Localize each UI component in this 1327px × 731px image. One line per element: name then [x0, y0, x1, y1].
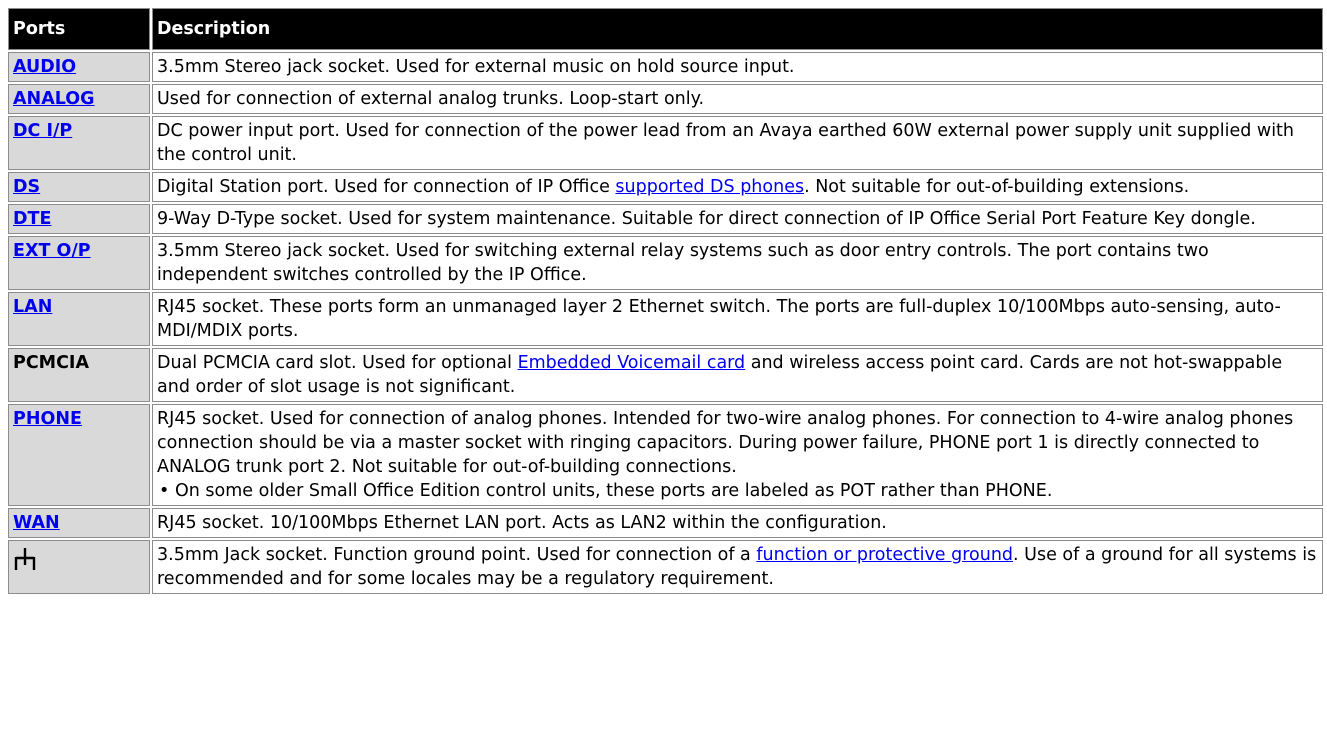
- description-cell: 3.5mm Stereo jack socket. Used for switc…: [152, 236, 1323, 290]
- description-cell: DC power input port. Used for connection…: [152, 116, 1323, 170]
- port-cell: WAN: [8, 508, 150, 538]
- table-row: ANALOG Used for connection of external a…: [8, 84, 1323, 114]
- port-cell: DC I/P: [8, 116, 150, 170]
- description-text: 3.5mm Stereo jack socket. Used for switc…: [157, 241, 1209, 285]
- description-text: Dual PCMCIA card slot. Used for optional: [157, 353, 518, 373]
- port-link-dc-ip[interactable]: DC I/P: [13, 121, 72, 141]
- port-link-dte[interactable]: DTE: [13, 209, 51, 229]
- description-cell: RJ45 socket. 10/100Mbps Ethernet LAN por…: [152, 508, 1323, 538]
- port-link-analog[interactable]: ANALOG: [13, 89, 95, 109]
- description-text: Used for connection of external analog t…: [157, 89, 705, 109]
- description-text: 3.5mm Jack socket. Function ground point…: [157, 545, 757, 565]
- ports-table: Ports Description AUDIO 3.5mm Stereo jac…: [6, 6, 1325, 596]
- port-link-ds[interactable]: DS: [13, 177, 40, 197]
- table-header-row: Ports Description: [8, 8, 1323, 50]
- port-link-wan[interactable]: WAN: [13, 513, 60, 533]
- port-cell: PHONE: [8, 404, 150, 506]
- port-label-pcmcia: PCMCIA: [13, 353, 89, 373]
- port-cell: EXT O/P: [8, 236, 150, 290]
- table-row: 3.5mm Jack socket. Function ground point…: [8, 540, 1323, 594]
- note-list-item: On some older Small Office Edition contr…: [175, 479, 1318, 503]
- description-cell: Dual PCMCIA card slot. Used for optional…: [152, 348, 1323, 402]
- table-row: LAN RJ45 socket. These ports form an unm…: [8, 292, 1323, 346]
- table-row: WAN RJ45 socket. 10/100Mbps Ethernet LAN…: [8, 508, 1323, 538]
- port-cell: DS: [8, 172, 150, 202]
- embedded-voicemail-card-link[interactable]: Embedded Voicemail card: [518, 353, 746, 373]
- port-link-audio[interactable]: AUDIO: [13, 57, 76, 77]
- table-row: PHONE RJ45 socket. Used for connection o…: [8, 404, 1323, 506]
- table-row: AUDIO 3.5mm Stereo jack socket. Used for…: [8, 52, 1323, 82]
- port-link-lan[interactable]: LAN: [13, 297, 52, 317]
- port-cell: LAN: [8, 292, 150, 346]
- description-cell: RJ45 socket. These ports form an unmanag…: [152, 292, 1323, 346]
- supported-ds-phones-link[interactable]: supported DS phones: [615, 177, 804, 197]
- port-cell: [8, 540, 150, 594]
- description-text: 3.5mm Stereo jack socket. Used for exter…: [157, 57, 795, 77]
- function-or-protective-ground-link[interactable]: function or protective ground: [756, 545, 1013, 565]
- description-cell: 3.5mm Stereo jack socket. Used for exter…: [152, 52, 1323, 82]
- port-cell: ANALOG: [8, 84, 150, 114]
- table-row: PCMCIA Dual PCMCIA card slot. Used for o…: [8, 348, 1323, 402]
- port-cell: PCMCIA: [8, 348, 150, 402]
- description-cell: 3.5mm Jack socket. Function ground point…: [152, 540, 1323, 594]
- note-list: On some older Small Office Edition contr…: [157, 479, 1318, 503]
- description-cell: Digital Station port. Used for connectio…: [152, 172, 1323, 202]
- table-row: EXT O/P 3.5mm Stereo jack socket. Used f…: [8, 236, 1323, 290]
- functional-ground-icon: [13, 547, 145, 571]
- table-row: DC I/P DC power input port. Used for con…: [8, 116, 1323, 170]
- ports-column-header: Ports: [8, 8, 150, 50]
- description-column-header: Description: [152, 8, 1323, 50]
- description-text: Digital Station port. Used for connectio…: [157, 177, 616, 197]
- description-cell: Used for connection of external analog t…: [152, 84, 1323, 114]
- port-link-phone[interactable]: PHONE: [13, 409, 82, 429]
- port-cell: DTE: [8, 204, 150, 234]
- port-link-ext-op[interactable]: EXT O/P: [13, 241, 91, 261]
- description-cell: 9-Way D-Type socket. Used for system mai…: [152, 204, 1323, 234]
- description-cell: RJ45 socket. Used for connection of anal…: [152, 404, 1323, 506]
- description-text: RJ45 socket. Used for connection of anal…: [157, 409, 1294, 477]
- description-text: . Not suitable for out-of-building exten…: [804, 177, 1190, 197]
- description-text: RJ45 socket. These ports form an unmanag…: [157, 297, 1281, 341]
- table-row: DTE 9-Way D-Type socket. Used for system…: [8, 204, 1323, 234]
- description-text: RJ45 socket. 10/100Mbps Ethernet LAN por…: [157, 513, 887, 533]
- description-text: DC power input port. Used for connection…: [157, 121, 1295, 165]
- port-cell: AUDIO: [8, 52, 150, 82]
- table-row: DS Digital Station port. Used for connec…: [8, 172, 1323, 202]
- description-text: 9-Way D-Type socket. Used for system mai…: [157, 209, 1256, 229]
